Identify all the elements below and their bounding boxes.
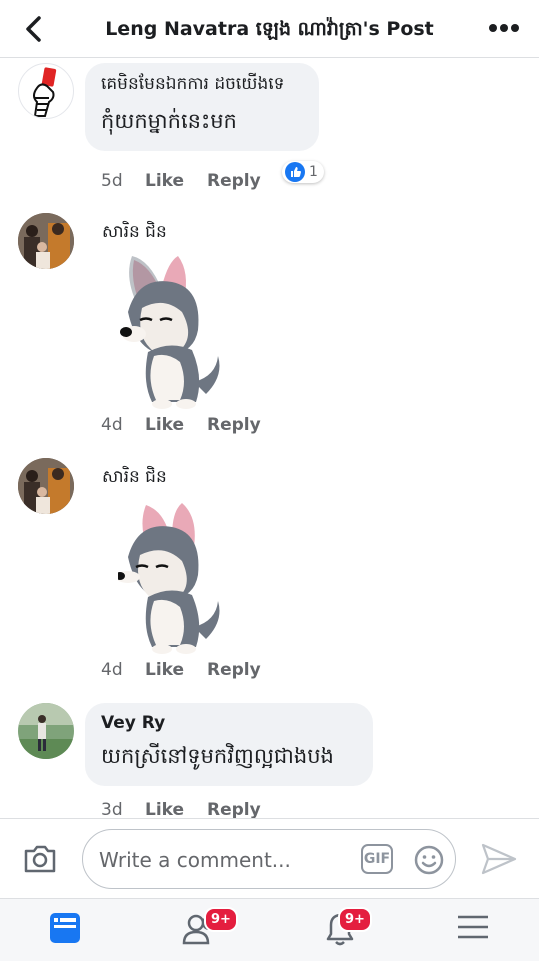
comment-item: គេមិនមែនឯកការ ដចយេីងទេ កុំយកម្នាក់នេះមក …: [0, 57, 539, 207]
comment-meta: 4d Like Reply: [101, 660, 261, 680]
tab-notifications[interactable]: 9+: [318, 907, 372, 953]
tab-friends[interactable]: 9+: [180, 907, 238, 953]
comment-composer: Write a comment... GIF: [0, 818, 539, 899]
tab-news-feed[interactable]: [42, 909, 92, 953]
emoji-icon[interactable]: [413, 844, 445, 876]
comment-author[interactable]: គេមិនមែនឯកការ ដចយេីងទេ: [101, 73, 301, 98]
comment-input[interactable]: Write a comment... GIF: [82, 829, 456, 889]
notifications-badge: 9+: [338, 907, 372, 932]
comment-item: សារិន ជិន 4d Like Reply: [0, 207, 539, 452]
comment-text: យកស្រីនៅទូមកវិញល្អជាងបង: [101, 744, 334, 768]
menu-icon: [458, 915, 488, 939]
reaction-count[interactable]: 1: [282, 161, 324, 183]
reply-button[interactable]: Reply: [207, 171, 261, 191]
avatar[interactable]: [18, 63, 74, 119]
comment-time: 4d: [101, 660, 123, 680]
avatar[interactable]: [18, 703, 74, 759]
outdoor-photo-avatar-icon: [18, 703, 74, 759]
page-title: Leng Navatra ឡេង ណាវ៉ាត្រា's Post: [105, 18, 434, 40]
camera-icon[interactable]: [22, 843, 58, 875]
comment-time: 5d: [101, 171, 123, 191]
like-button[interactable]: Like: [145, 800, 207, 818]
friends-badge: 9+: [204, 907, 238, 932]
like-button[interactable]: Like: [145, 415, 207, 435]
more-horizontal-icon[interactable]: [487, 15, 521, 41]
reply-button[interactable]: Reply: [207, 800, 261, 818]
comment-time: 4d: [101, 415, 123, 435]
news-feed-icon: [50, 913, 80, 943]
comment-author[interactable]: សារិន ជិន: [102, 466, 167, 491]
comment-item: សារិន ជិន 4d Like Reply: [0, 452, 539, 697]
like-button[interactable]: Like: [145, 660, 207, 680]
avatar[interactable]: [18, 458, 74, 514]
tab-menu[interactable]: [452, 909, 502, 953]
comment-input-placeholder: Write a comment...: [99, 848, 291, 872]
comment-meta: 3d Like Reply: [101, 800, 261, 818]
comment-bubble[interactable]: Vey Ry យកស្រីនៅទូមកវិញល្អជាងបង: [85, 703, 373, 786]
husky-sticker[interactable]: [118, 252, 222, 412]
comment-bubble[interactable]: គេមិនមែនឯកការ ដចយេីងទេ កុំយកម្នាក់នេះមក: [85, 63, 319, 151]
bottom-tab-bar: 9+ 9+: [0, 898, 539, 961]
comment-text: កុំយកម្នាក់នេះមក: [101, 109, 237, 133]
group-photo-avatar-icon: [18, 458, 74, 514]
comment-author[interactable]: Vey Ry: [101, 713, 355, 733]
reply-button[interactable]: Reply: [207, 660, 261, 680]
comment-time: 3d: [101, 800, 123, 818]
reply-button[interactable]: Reply: [207, 415, 261, 435]
post-header: Leng Navatra ឡេង ណាវ៉ាត្រា's Post: [0, 0, 539, 58]
reaction-number: 1: [309, 164, 318, 180]
gif-button[interactable]: GIF: [361, 844, 393, 874]
group-photo-avatar-icon: [18, 213, 74, 269]
referee-red-card-avatar-icon: [33, 67, 57, 117]
avatar[interactable]: [18, 213, 74, 269]
comment-meta: 5d Like Reply: [101, 171, 261, 191]
send-icon[interactable]: [480, 841, 518, 877]
comment-item: Vey Ry យកស្រីនៅទូមកវិញល្អជាងបង 3d Like Rep…: [0, 697, 539, 818]
comment-meta: 4d Like Reply: [101, 415, 261, 435]
like-button[interactable]: Like: [145, 171, 207, 191]
comment-author[interactable]: សារិន ជិន: [102, 221, 167, 246]
husky-sticker[interactable]: [118, 497, 222, 657]
like-reaction-icon: [285, 162, 305, 182]
